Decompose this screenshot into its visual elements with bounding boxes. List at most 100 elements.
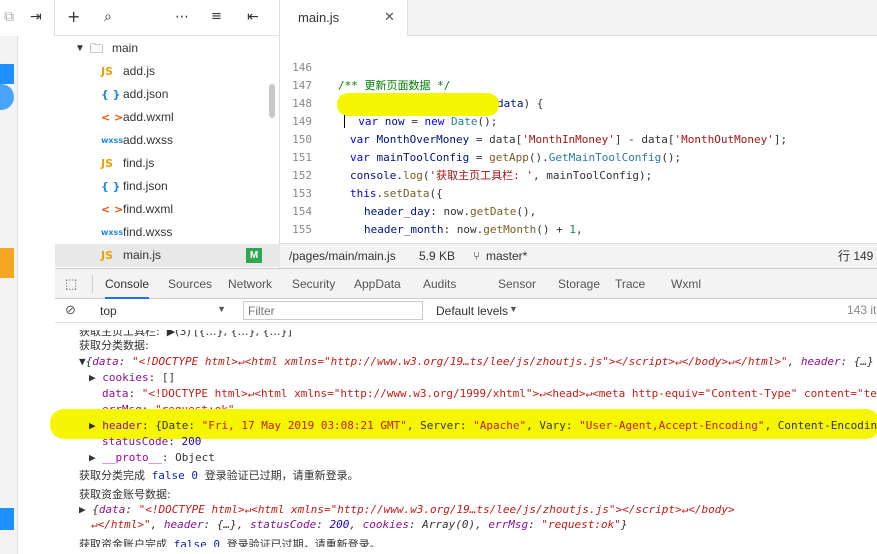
divider [92, 275, 93, 293]
file-type-icon: { } [101, 88, 121, 101]
code-line: 147/** 更新页面数据 */ [280, 59, 877, 92]
console-filter-bar: ⊘ top ▼ Default levels ▼ 143 it [55, 299, 877, 323]
file-name: add.wxss [123, 133, 174, 147]
file-name: find.wxml [123, 202, 174, 216]
inspect-icon[interactable]: ⬚ [65, 276, 77, 292]
file-item[interactable]: < > find.wxml [55, 198, 280, 221]
code-line: 149 var now = new Date(); [280, 95, 877, 128]
context-value: top [100, 304, 117, 318]
file-type-icon: < > [101, 111, 124, 124]
console-object[interactable]: ▶ {data: "<!DOCTYPE html>↵<html xmlns="h… [79, 502, 877, 518]
file-name: add.wxml [123, 110, 174, 124]
file-type-icon: JS [101, 249, 114, 262]
tab-sources[interactable]: Sources [168, 269, 212, 299]
code-line: 155 header_month: now.getMonth() + 1, [280, 203, 877, 236]
folder-icon: 🗀 [90, 41, 104, 56]
tab-appdata[interactable]: AppData [354, 269, 401, 299]
file-explorer: + ⌕ ⋯ ≡ ⇤ ▼ 🗀 main JS add.js{ } add.json < … [55, 0, 280, 268]
file-item[interactable]: { } find.json [55, 175, 280, 198]
blue-marker-bottom [0, 508, 14, 530]
code-line: 150 var MonthOverMoney = data['MonthInMon… [280, 113, 877, 146]
tab-audits[interactable]: Audits [423, 269, 456, 299]
console-object[interactable]: ▶ header: {Date: "Fri, 17 May 2019 03:08… [89, 418, 877, 434]
dropdown-arrow-icon: ▼ [217, 304, 226, 314]
file-type-icon: wxss [101, 136, 124, 145]
tab-storage[interactable]: Storage [558, 269, 600, 299]
tab-label: main.js [298, 10, 340, 25]
avatar-circle [0, 84, 14, 110]
console-message: 获取分类完成 false 0 登录验证已过期，请重新登录。 [79, 468, 877, 484]
file-type-icon: < > [101, 203, 124, 216]
blue-marker [0, 64, 14, 84]
console-message: 获取分类数据: [79, 339, 149, 352]
branch-name[interactable]: master* [486, 244, 527, 269]
file-item[interactable]: JS main.js M [55, 244, 280, 267]
console-object[interactable]: ▶ cookies: [] [89, 370, 877, 386]
tab-bar: main.js ✕ [280, 0, 877, 36]
file-item[interactable]: JS add.js [55, 60, 280, 83]
tab-trace[interactable]: Trace [615, 269, 645, 299]
hidden-count: 143 it [847, 303, 877, 317]
more-icon[interactable]: ⋯ [175, 9, 189, 25]
devtools-panel: ⬚ Console Sources Network Security AppData Au… [50, 268, 877, 554]
message-text: 登录验证已过期，请重新登录。 [204, 469, 359, 482]
file-name: add.js [123, 64, 156, 78]
file-size: 5.9 KB [419, 249, 456, 263]
code-line: 154 header_day: now.getDate(), [280, 185, 877, 218]
console-object[interactable]: ▼{data: "<!DOCTYPE html>↵<html xmlns="ht… [79, 354, 877, 370]
levels-select[interactable]: Default levels ▼ [433, 301, 533, 320]
file-name: find.wxss [123, 225, 173, 239]
file-type-icon: wxss [101, 228, 124, 237]
code-editor: main.js ✕ 145} 146 147/** 更新页面数据 */ 148f… [280, 0, 877, 268]
message-text: 登录验证已过期，请重新登录。 [226, 538, 381, 551]
close-icon[interactable]: ✕ [384, 9, 395, 25]
file-name: find.js [123, 156, 155, 170]
code-line: 146 [280, 41, 877, 74]
console-message: 获取资金账号数据: [79, 488, 171, 501]
tab-network[interactable]: Network [228, 269, 272, 299]
file-item[interactable]: JS find.js [55, 152, 280, 175]
tab-security[interactable]: Security [292, 269, 335, 299]
file-type-icon: JS [101, 157, 114, 170]
file-item[interactable]: < > add.wxml [55, 106, 280, 129]
file-type-icon: { } [101, 180, 121, 193]
console-message: 获取资金账户完成 false 0 登录验证已过期，请重新登录。 [79, 537, 877, 551]
file-type-icon: JS [101, 65, 114, 78]
cursor-line[interactable]: 行 149 [838, 244, 873, 269]
add-icon[interactable]: + [67, 7, 80, 26]
window-icon[interactable]: ⧉ [4, 9, 14, 25]
tab-console[interactable]: Console [105, 269, 150, 299]
console-object: ↵</html>", header: {…}, statusCode: 200,… [91, 518, 628, 531]
file-name: main.js [123, 248, 162, 262]
message-values: false 0 [151, 469, 198, 482]
clear-console-icon[interactable]: ⊘ [65, 302, 76, 318]
tab-main-js[interactable]: main.js ✕ [280, 0, 408, 36]
sort-icon[interactable]: ≡ [211, 9, 222, 24]
folder-label: main [112, 41, 139, 55]
search-icon[interactable]: ⌕ [104, 9, 112, 25]
file-item[interactable]: wxss find.wxss [55, 221, 280, 244]
filter-input[interactable] [243, 301, 423, 320]
levels-value: Default levels [436, 304, 509, 318]
message-text: 获取分类完成 [79, 469, 145, 482]
console-object[interactable]: ▶ __proto__: Object [89, 450, 877, 466]
file-path: /pages/main/main.js [289, 249, 396, 263]
collapse-icon[interactable]: ⇤ [247, 9, 259, 25]
tab-wxml[interactable]: Wxml [671, 269, 701, 299]
scrollbar[interactable] [269, 84, 275, 118]
simulator-toolbar: ⧉ ⇥ [0, 0, 55, 36]
orange-marker [0, 248, 14, 278]
file-item[interactable]: wxss add.wxss [55, 129, 280, 152]
split-icon[interactable]: ⇥ [30, 9, 42, 25]
status-bar: /pages/main/main.js 5.9 KB ⑂ master* 行 1… [280, 243, 877, 268]
code-line: 151 var mainToolConfig = getApp().GetMain… [280, 131, 877, 164]
folder-main[interactable]: ▼ 🗀 main [55, 37, 280, 60]
tab-sensor[interactable]: Sensor [498, 269, 536, 299]
code-line: 153 this.setData({ [280, 167, 877, 200]
modified-badge: M [246, 248, 262, 263]
file-name: add.json [123, 87, 169, 101]
branch-icon: ⑂ [473, 249, 481, 263]
left-edge-strip [0, 0, 18, 554]
file-item[interactable]: { } add.json [55, 83, 280, 106]
context-select[interactable]: top ▼ [91, 301, 231, 320]
